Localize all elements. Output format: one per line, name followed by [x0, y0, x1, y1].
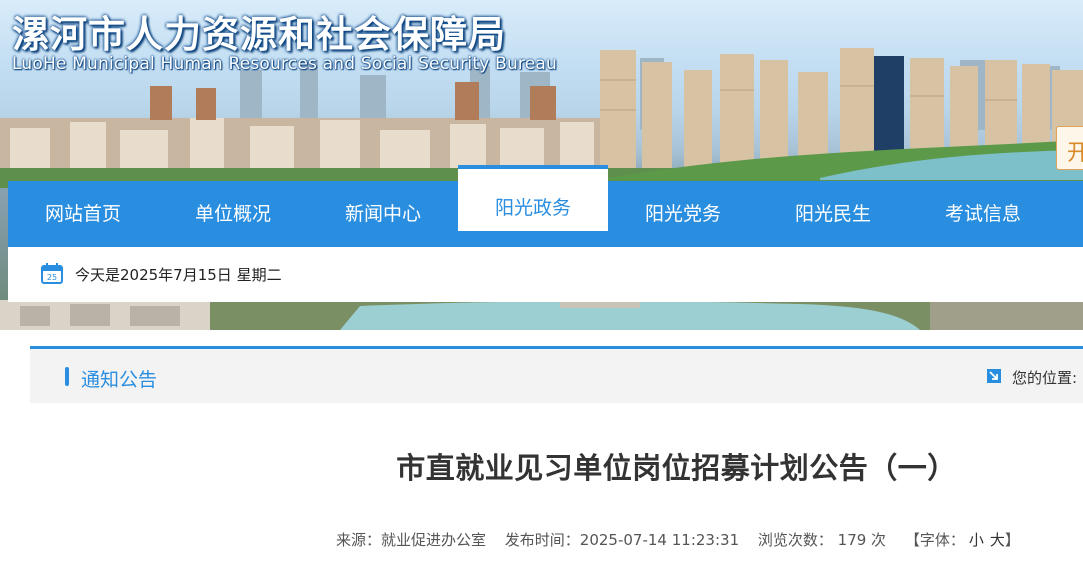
site-title: 漯河市人力资源和社会保障局	[12, 13, 506, 56]
nav-item-livelihood[interactable]: 阳光民生	[758, 181, 908, 247]
nav-item-exam-info[interactable]: 考试信息	[908, 181, 1058, 247]
section-marker	[65, 367, 69, 386]
nav-item-about[interactable]: 单位概况	[158, 181, 308, 247]
font-size-close: 】	[1004, 531, 1020, 549]
nav-item-label: 阳光党务	[644, 203, 721, 225]
article-source: 来源：就业促进办公室	[336, 531, 487, 549]
current-date: 今天是2025年7月15日 星期二	[75, 266, 282, 284]
date-bar: 25 今天是2025年7月15日 星期二	[8, 247, 1083, 302]
article-meta: 来源：就业促进办公室 发布时间：2025-07-14 11:23:31 浏览次数…	[336, 529, 1034, 550]
panel-header	[30, 349, 1083, 403]
corner-open-button[interactable]: 开	[1056, 126, 1083, 170]
calendar-day-label: 25	[47, 273, 57, 282]
nav-item-government-affairs[interactable]: 阳光政务	[458, 165, 608, 231]
arrow-location-icon	[987, 369, 1001, 383]
font-size-small-link[interactable]: 小	[969, 531, 984, 549]
article-published-time: 发布时间：2025-07-14 11:23:31	[504, 531, 740, 549]
nav-item-label: 单位概况	[194, 203, 271, 225]
article-title: 市直就业见习单位岗位招募计划公告（一）	[396, 451, 957, 485]
nav-item-label: 阳光政务	[494, 197, 571, 219]
main-nav: 网站首页 单位概况 新闻中心 阳光政务 阳光党务 阳光民生 考试信息	[8, 165, 1083, 247]
breadcrumb-label: 您的位置:	[1012, 369, 1078, 387]
nav-item-label: 考试信息	[944, 203, 1021, 225]
nav-item-label: 阳光民生	[794, 203, 871, 225]
nav-item-label: 网站首页	[44, 203, 121, 225]
article-view-count: 浏览次数： 179 次	[757, 531, 887, 549]
section-title: 通知公告	[81, 369, 158, 391]
site-subtitle: LuoHe Municipal Human Resources and Soci…	[12, 54, 557, 74]
font-size-label: 【字体：	[904, 531, 965, 549]
nav-item-party-affairs[interactable]: 阳光党务	[608, 181, 758, 247]
nav-item-news[interactable]: 新闻中心	[308, 181, 458, 247]
nav-item-home[interactable]: 网站首页	[8, 181, 158, 247]
calendar-icon: 25	[41, 263, 63, 284]
font-size-large-link[interactable]: 大	[990, 531, 1005, 549]
nav-item-label: 新闻中心	[344, 203, 421, 225]
